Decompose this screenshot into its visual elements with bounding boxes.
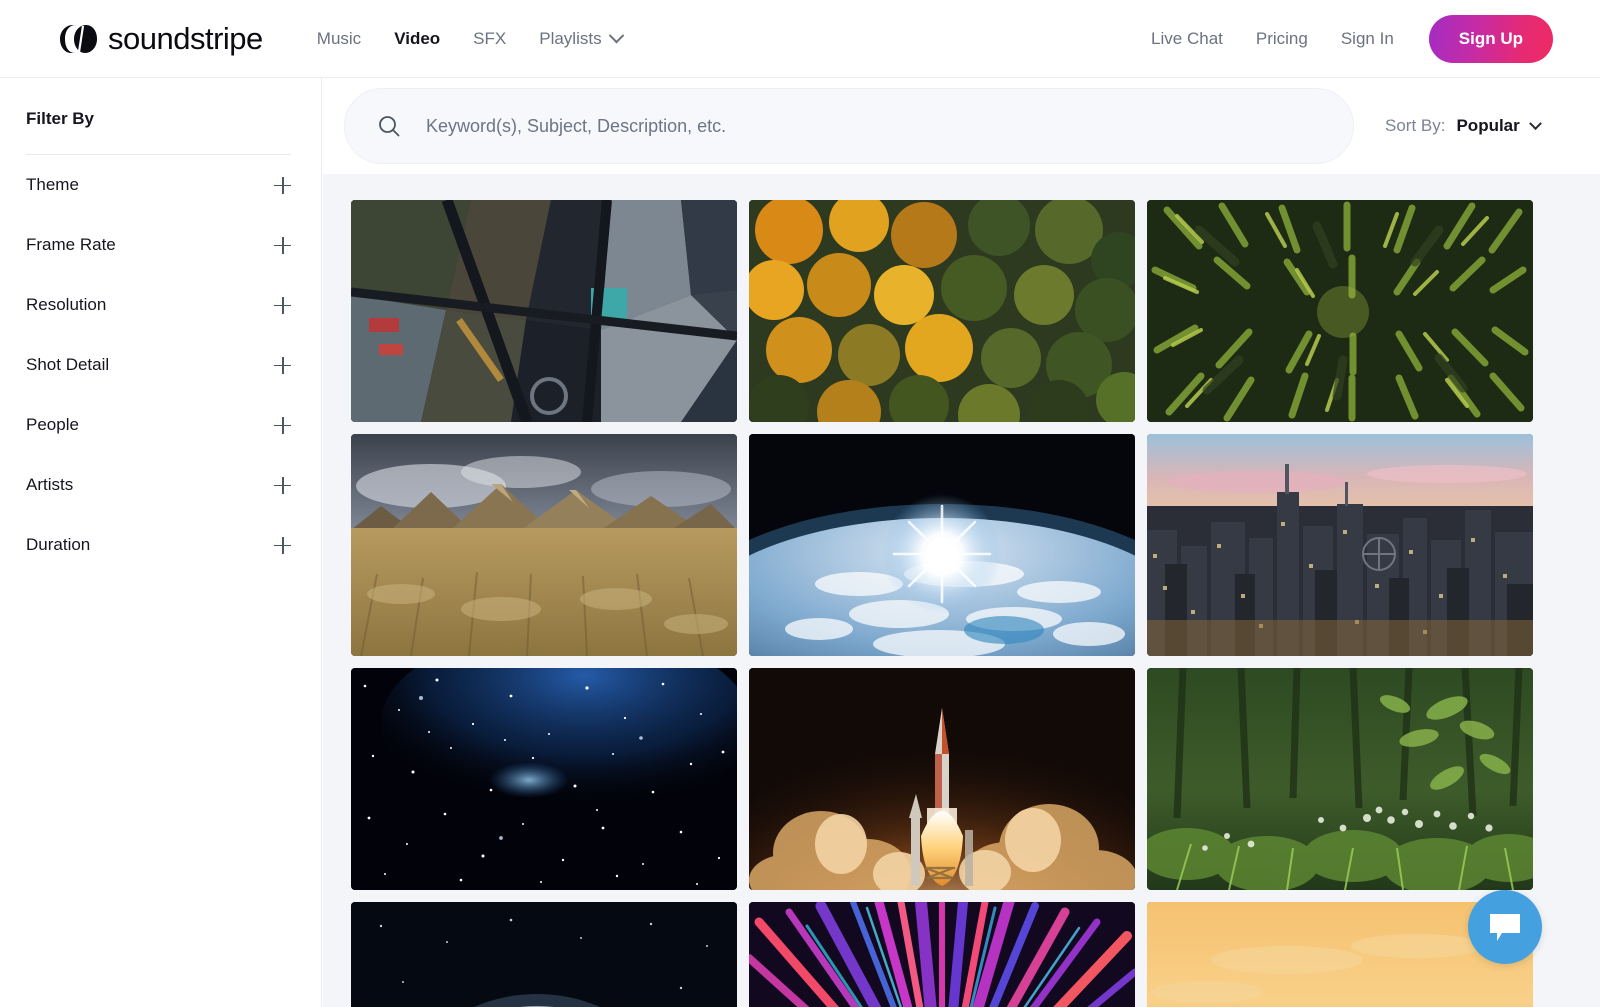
nav-item-playlists-label: Playlists [539, 29, 601, 49]
thumbnail-image [351, 902, 737, 1007]
sidebar-filter-label: Resolution [26, 295, 106, 315]
plus-icon[interactable] [274, 477, 291, 494]
thumbnail-image [351, 434, 737, 656]
nav-item-sign-in[interactable]: Sign In [1341, 29, 1394, 49]
nav-item-sfx[interactable]: SFX [473, 29, 506, 49]
sidebar-filter-label: Artists [26, 475, 73, 495]
filter-by-heading: Filter By [26, 109, 321, 129]
thumbnail-image [1147, 668, 1533, 890]
video-thumbnail-warp-speed-light-rays[interactable] [749, 902, 1135, 1007]
nav-item-pricing[interactable]: Pricing [1256, 29, 1308, 49]
video-thumbnail-autumn-forest-canopy-aerial[interactable] [749, 200, 1135, 422]
logo[interactable]: soundstripe [58, 19, 263, 59]
thumbnail-image [749, 200, 1135, 422]
thumbnail-image [749, 434, 1135, 656]
filter-sidebar: Filter By Theme Frame Rate Resolution Sh… [0, 78, 322, 1007]
soundstripe-mark-icon [58, 24, 102, 54]
sidebar-filter-theme[interactable]: Theme [26, 155, 291, 215]
video-results-grid [351, 200, 1600, 1007]
sort-by-value: Popular [1456, 116, 1519, 136]
video-thumbnail-new-york-skyline-dusk[interactable] [1147, 434, 1533, 656]
live-chat-button[interactable] [1468, 890, 1542, 964]
site-header: soundstripe Music Video SFX Playlists Li… [0, 0, 1600, 78]
utility-navigation: Live Chat Pricing Sign In Sign Up [1151, 15, 1553, 63]
search-input[interactable] [426, 116, 1306, 137]
video-thumbnail-earth-from-space-sunrise[interactable] [749, 434, 1135, 656]
thumbnail-image [351, 668, 737, 890]
sidebar-filter-shot-detail[interactable]: Shot Detail [26, 335, 291, 395]
sidebar-filter-duration[interactable]: Duration [26, 515, 291, 575]
video-thumbnail-planet-earth-dark-space[interactable] [351, 902, 737, 1007]
chevron-down-icon [1529, 117, 1542, 130]
nav-item-music[interactable]: Music [317, 29, 361, 49]
video-thumbnail-mountain-prairie-grassland[interactable] [351, 434, 737, 656]
search-box[interactable] [344, 88, 1354, 164]
search-toolbar: Sort By: Popular [323, 78, 1600, 174]
sort-by-control[interactable]: Sort By: Popular [1385, 116, 1540, 136]
sort-by-label: Sort By: [1385, 116, 1445, 136]
plus-icon[interactable] [274, 177, 291, 194]
sidebar-filter-frame-rate[interactable]: Frame Rate [26, 215, 291, 275]
video-thumbnail-starfield-nebula-night-sky[interactable] [351, 668, 737, 890]
logo-text: soundstripe [108, 21, 263, 57]
thumbnail-image [1147, 434, 1533, 656]
sidebar-filter-people[interactable]: People [26, 395, 291, 455]
sidebar-filter-label: Shot Detail [26, 355, 109, 375]
sidebar-filter-artists[interactable]: Artists [26, 455, 291, 515]
content-area: Sort By: Popular [323, 78, 1600, 1007]
plus-icon[interactable] [274, 537, 291, 554]
main-navigation: Music Video SFX Playlists [317, 29, 622, 49]
sign-up-button[interactable]: Sign Up [1429, 15, 1553, 63]
plus-icon[interactable] [274, 417, 291, 434]
video-thumbnail-rocket-launch-flames[interactable] [749, 668, 1135, 890]
nav-item-live-chat[interactable]: Live Chat [1151, 29, 1223, 49]
video-thumbnail-aerial-city-skyscrapers-dusk[interactable] [351, 200, 737, 422]
thumbnail-image [749, 902, 1135, 1007]
thumbnail-image [1147, 200, 1533, 422]
chevron-down-icon [608, 28, 624, 44]
chat-bubble-icon [1488, 912, 1522, 942]
search-icon [377, 114, 401, 138]
nav-item-video[interactable]: Video [394, 29, 440, 49]
nav-item-playlists[interactable]: Playlists [539, 29, 621, 49]
video-thumbnail-lush-green-forest-undergrowth[interactable] [1147, 668, 1533, 890]
sidebar-filter-label: Theme [26, 175, 79, 195]
sidebar-filter-label: Frame Rate [26, 235, 116, 255]
sidebar-filter-resolution[interactable]: Resolution [26, 275, 291, 335]
plus-icon[interactable] [274, 357, 291, 374]
plus-icon[interactable] [274, 237, 291, 254]
plus-icon[interactable] [274, 297, 291, 314]
sidebar-filter-label: Duration [26, 535, 90, 555]
sidebar-filter-label: People [26, 415, 79, 435]
video-thumbnail-green-pine-forest-aerial[interactable] [1147, 200, 1533, 422]
thumbnail-image [749, 668, 1135, 890]
results-grid-area [323, 174, 1600, 1007]
thumbnail-image [351, 200, 737, 422]
